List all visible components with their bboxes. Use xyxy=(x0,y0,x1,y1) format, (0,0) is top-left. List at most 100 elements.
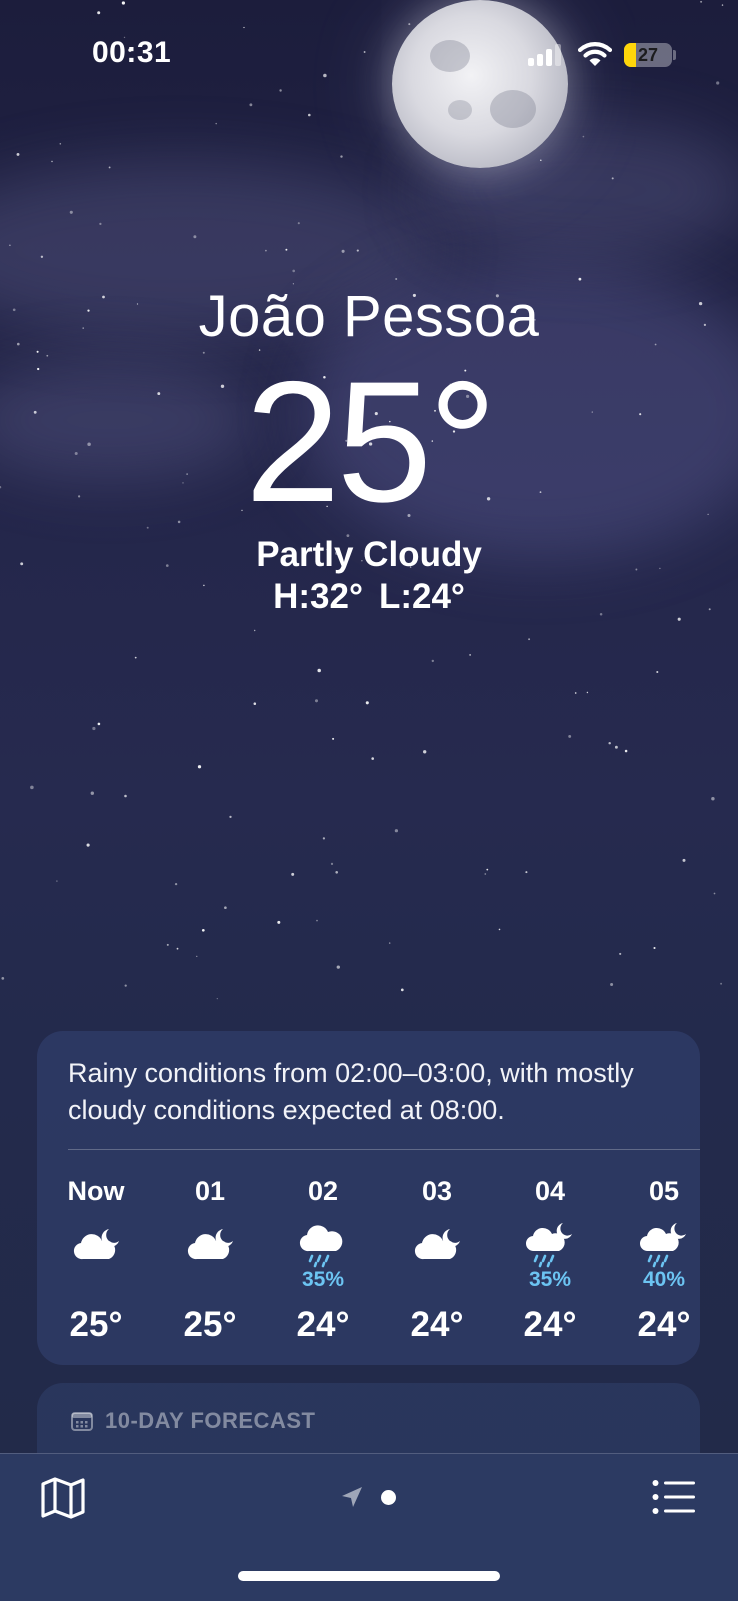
hourly-summary: Rainy conditions from 02:00–03:00, with … xyxy=(68,1058,634,1125)
star xyxy=(92,726,96,731)
star xyxy=(586,691,589,694)
star xyxy=(682,858,686,862)
star xyxy=(400,988,404,992)
star xyxy=(713,892,716,895)
hour-temp: 25° xyxy=(69,1305,123,1344)
star xyxy=(253,629,256,632)
forecast-title: 10-DAY FORECAST xyxy=(105,1408,316,1433)
star xyxy=(40,255,44,258)
star xyxy=(51,160,53,163)
precip-chance: 35% xyxy=(301,1268,345,1291)
star xyxy=(297,222,300,225)
hour-label: 02 xyxy=(307,1176,339,1206)
star xyxy=(484,873,487,875)
location-arrow-icon[interactable] xyxy=(341,1486,363,1508)
star xyxy=(469,654,471,656)
hour-label: 05 xyxy=(648,1176,680,1206)
star xyxy=(265,249,267,252)
star xyxy=(90,791,94,795)
star xyxy=(540,159,542,161)
star xyxy=(365,701,369,705)
hour-temp: 24° xyxy=(637,1305,691,1344)
star xyxy=(568,734,572,738)
star xyxy=(124,794,127,798)
star xyxy=(394,829,399,833)
star xyxy=(341,249,345,253)
star xyxy=(292,269,296,273)
star xyxy=(1,977,5,980)
star xyxy=(9,244,11,247)
star xyxy=(16,152,20,156)
star xyxy=(86,843,90,847)
precip-chance: 35% xyxy=(528,1268,572,1291)
star xyxy=(201,928,205,932)
hour-label: 04 xyxy=(534,1176,566,1206)
star xyxy=(336,965,340,969)
high-temp: H:32° xyxy=(273,577,363,616)
star xyxy=(322,837,326,840)
hour-item: 03 24° xyxy=(380,1161,494,1361)
star xyxy=(332,737,335,740)
star xyxy=(498,928,501,931)
star xyxy=(486,868,489,871)
star xyxy=(134,656,137,659)
star xyxy=(340,155,343,158)
hour-temp: 25° xyxy=(183,1305,237,1344)
star xyxy=(216,997,218,1000)
star xyxy=(253,702,257,705)
star xyxy=(69,210,73,214)
star xyxy=(624,749,628,753)
signal-icon xyxy=(528,44,562,66)
star xyxy=(30,785,34,790)
partly-cloudy-night-icon xyxy=(69,1221,123,1269)
hourly-forecast-card[interactable]: Rainy conditions from 02:00–03:00, with … xyxy=(37,1031,700,1365)
star xyxy=(330,862,334,866)
current-temperature: 25° xyxy=(244,346,497,538)
precip-chance: 40% xyxy=(642,1268,686,1291)
star xyxy=(528,638,531,641)
hour-label: Now xyxy=(67,1176,125,1206)
divider xyxy=(68,1149,700,1150)
page-indicator-dot[interactable] xyxy=(381,1490,396,1505)
star xyxy=(656,670,659,674)
list-icon[interactable] xyxy=(652,1479,696,1515)
star xyxy=(229,815,232,819)
status-time: 00:31 xyxy=(92,36,172,69)
star xyxy=(308,113,311,117)
star xyxy=(525,871,528,874)
forecast-header: 10-DAY FORECAST xyxy=(71,1405,315,1437)
star xyxy=(431,659,434,663)
star xyxy=(438,141,442,145)
condition-text: Partly Cloudy xyxy=(256,535,482,574)
city-name: João Pessoa xyxy=(198,284,540,349)
star xyxy=(166,943,169,946)
rain-icon xyxy=(296,1221,350,1269)
home-indicator[interactable] xyxy=(238,1571,500,1581)
star xyxy=(611,177,614,180)
star xyxy=(614,745,618,749)
star xyxy=(56,880,58,882)
star xyxy=(317,668,321,673)
status-bar: 00:31 27 xyxy=(0,0,738,110)
star xyxy=(193,235,197,239)
star xyxy=(174,882,178,886)
hour-item: 02 35% 24° xyxy=(266,1161,380,1361)
high-low: H:32° L:24° xyxy=(0,576,738,618)
hour-label: 01 xyxy=(194,1176,226,1206)
hour-temp: 24° xyxy=(523,1305,577,1344)
hour-item: 01 25° xyxy=(153,1161,267,1361)
partly-cloudy-night-icon xyxy=(410,1221,464,1269)
star xyxy=(314,699,319,703)
star xyxy=(285,248,288,251)
star xyxy=(619,952,622,955)
hourly-list[interactable]: Now 25° 01 25° 02 35% 24° 03 24° 04 35% xyxy=(37,1161,700,1361)
rain-night-icon xyxy=(523,1221,577,1269)
star xyxy=(97,722,101,726)
star xyxy=(371,757,375,760)
map-icon[interactable] xyxy=(40,1476,86,1520)
star xyxy=(388,942,391,944)
star xyxy=(124,984,127,987)
star xyxy=(484,152,488,156)
star xyxy=(215,122,217,125)
star xyxy=(494,156,498,160)
